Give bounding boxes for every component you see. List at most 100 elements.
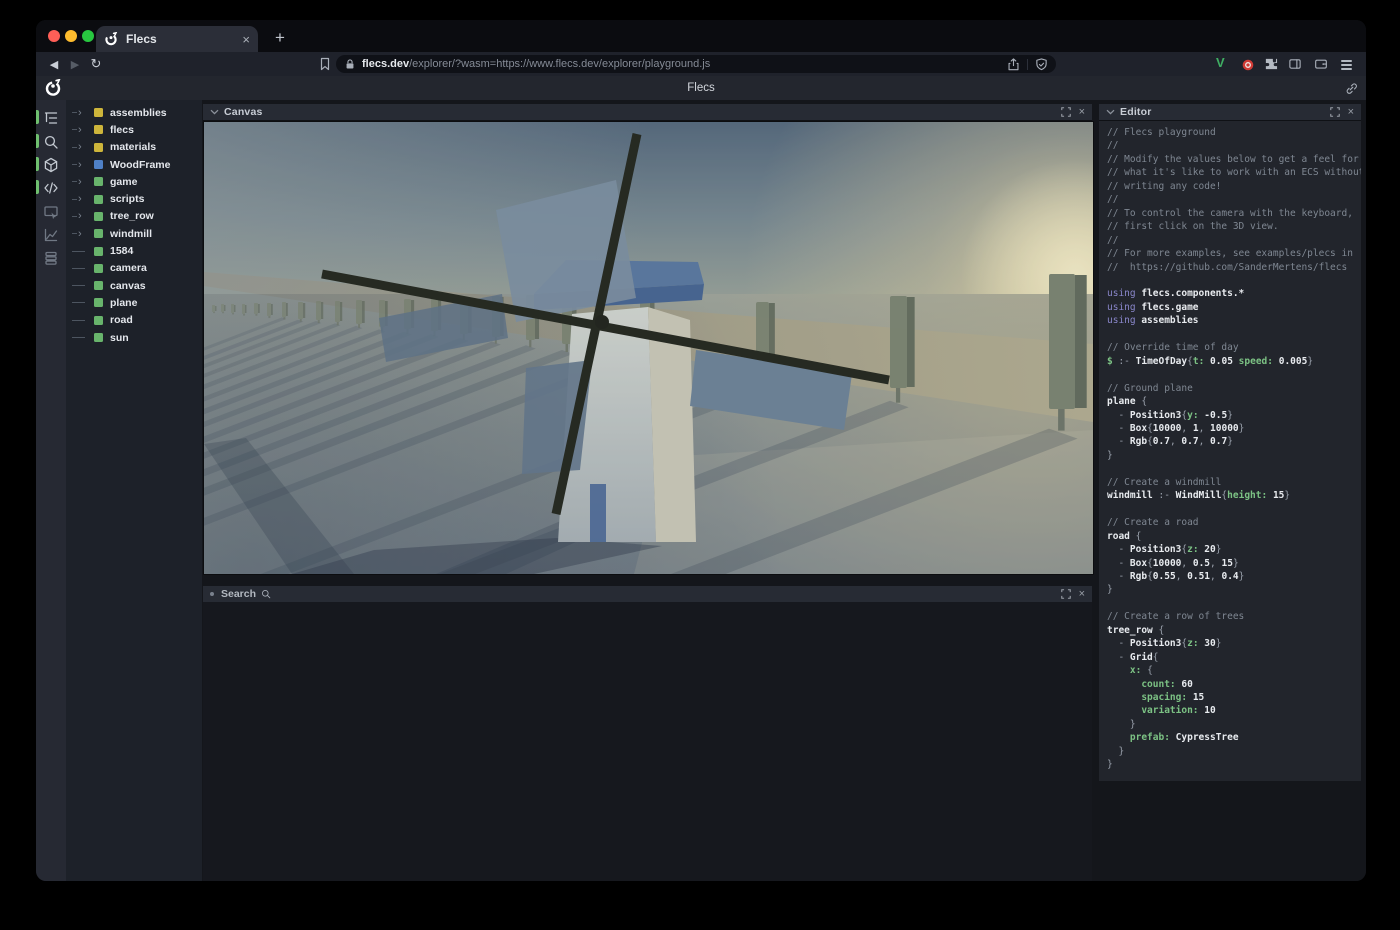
sidebar-item-logs[interactable] <box>36 246 66 269</box>
entity-color-square <box>94 247 103 256</box>
leaf-dash-icon <box>72 285 94 286</box>
canvas-panel-header[interactable]: Canvas × <box>203 104 1092 121</box>
sidebar-item-inspector[interactable] <box>36 200 66 223</box>
sidebar-item-scene[interactable] <box>36 153 66 176</box>
tree-item-materials[interactable]: › materials <box>66 139 202 156</box>
tab-close-icon[interactable]: × <box>242 32 250 47</box>
editor-panel-title: Editor <box>1120 106 1152 118</box>
code-line: } <box>1107 583 1361 596</box>
red-extension-icon[interactable] <box>1242 58 1254 76</box>
tree-item-camera[interactable]: camera <box>66 260 202 277</box>
search-panel-header[interactable]: Search × <box>203 586 1092 603</box>
editor-panel-header[interactable]: Editor × <box>1099 104 1361 121</box>
tree-item-plane[interactable]: plane <box>66 294 202 311</box>
tab-flecs[interactable]: Flecs × <box>96 26 258 52</box>
canvas-3d-view[interactable] <box>203 121 1094 575</box>
3d-scene[interactable] <box>204 122 1093 574</box>
new-tab-button[interactable]: + <box>268 26 292 50</box>
tree-item-assemblies[interactable]: ›assemblies <box>66 104 202 121</box>
page-header: Flecs <box>36 76 1366 100</box>
tree-item-tree_row[interactable]: ›tree_row <box>66 208 202 225</box>
expand-chevron-icon[interactable]: › <box>72 160 94 170</box>
leaf-dash-icon <box>72 320 94 321</box>
back-icon[interactable]: ◀ <box>44 52 64 76</box>
permalink-icon[interactable] <box>1345 82 1358 100</box>
expand-chevron-icon[interactable]: › <box>72 194 94 204</box>
code-line: // Create a row of trees <box>1107 610 1361 623</box>
close-icon[interactable]: × <box>1348 106 1354 118</box>
sidebar-item-statistics[interactable] <box>36 223 66 246</box>
sidebar-toggle-icon[interactable] <box>1288 57 1302 76</box>
forward-icon[interactable]: ▶ <box>65 52 85 76</box>
tab-title: Flecs <box>126 32 242 46</box>
entity-color-square <box>94 229 103 238</box>
expand-chevron-icon[interactable]: › <box>72 177 94 187</box>
code-line: } <box>1107 449 1361 462</box>
close-icon[interactable]: × <box>1079 106 1085 118</box>
browser-window: Flecs × + ◀ ▶ ↻ flecs.dev/explorer/?wasm… <box>36 20 1366 881</box>
vue-devtools-extension-icon[interactable]: V <box>1216 55 1225 70</box>
entity-color-square <box>94 333 103 342</box>
entity-color-square <box>94 108 103 117</box>
tree-item-scripts[interactable]: › scripts <box>66 190 202 207</box>
fullscreen-icon[interactable] <box>1061 589 1071 599</box>
close-icon[interactable]: × <box>1079 588 1085 600</box>
collapsed-bullet-icon[interactable] <box>210 592 214 596</box>
chevron-down-icon[interactable] <box>1106 109 1115 115</box>
window-zoom-button[interactable] <box>82 30 94 42</box>
bookmark-icon[interactable] <box>318 57 332 76</box>
active-indicator <box>36 134 39 148</box>
tree-item-label: scripts <box>110 193 144 205</box>
tree-item-label: materials <box>110 141 156 153</box>
tree-item-1584[interactable]: 1584 <box>66 242 202 259</box>
entity-color-square <box>94 212 103 221</box>
leaf-dash-icon <box>72 251 94 252</box>
tree-item-label: flecs <box>110 124 134 136</box>
sidebar-item-search[interactable] <box>36 130 66 153</box>
code-line: - Grid{ <box>1107 651 1361 664</box>
wallet-icon[interactable] <box>1314 57 1328 76</box>
expand-chevron-icon[interactable]: › <box>72 108 94 118</box>
url-bar[interactable]: flecs.dev/explorer/?wasm=https://www.fle… <box>336 55 1056 73</box>
code-line <box>1107 274 1361 287</box>
editor-code[interactable]: // Flecs playground//// Modify the value… <box>1099 121 1361 781</box>
expand-chevron-icon[interactable]: › <box>72 125 94 135</box>
tree-item-label: sun <box>110 332 129 344</box>
menu-icon[interactable] <box>1341 58 1352 72</box>
shield-icon[interactable] <box>1035 58 1048 71</box>
code-line: } <box>1107 745 1361 758</box>
tree-item-road[interactable]: road <box>66 312 202 329</box>
code-line: // <box>1107 139 1361 152</box>
extensions-puzzle-icon[interactable] <box>1264 57 1278 76</box>
entity-color-square <box>94 195 103 204</box>
window-minimize-button[interactable] <box>65 30 77 42</box>
tree-item-WoodFrame[interactable]: ›WoodFrame <box>66 156 202 173</box>
entity-tree: ›assemblies›flecs›materials›WoodFrame›ga… <box>66 100 202 881</box>
share-icon[interactable] <box>1007 58 1020 71</box>
expand-chevron-icon[interactable]: › <box>72 229 94 239</box>
code-line: - Position3{z: 20} <box>1107 543 1361 556</box>
tree-item-game[interactable]: › game <box>66 173 202 190</box>
expand-chevron-icon[interactable]: › <box>72 211 94 221</box>
chevron-down-icon[interactable] <box>210 109 219 115</box>
code-line: $ :- TimeOfDay{t: 0.05 speed: 0.005} <box>1107 355 1361 368</box>
reload-icon[interactable]: ↻ <box>86 52 106 76</box>
search-panel-body[interactable] <box>203 602 1092 881</box>
fullscreen-icon[interactable] <box>1330 107 1340 117</box>
url-domain: flecs.dev <box>362 58 409 70</box>
sidebar-item-entity-tree[interactable] <box>36 106 66 129</box>
tree-item-windmill[interactable]: ›windmill <box>66 225 202 242</box>
tree-item-canvas[interactable]: canvas <box>66 277 202 294</box>
code-line: road { <box>1107 530 1361 543</box>
expand-chevron-icon[interactable]: › <box>72 142 94 152</box>
code-line: // writing any code! <box>1107 180 1361 193</box>
sidebar-item-script-editor[interactable] <box>36 176 66 199</box>
tree-item-label: game <box>110 176 137 188</box>
cube-icon <box>43 157 59 173</box>
fullscreen-icon[interactable] <box>1061 107 1071 117</box>
window-close-button[interactable] <box>48 30 60 42</box>
tree-item-sun[interactable]: sun <box>66 329 202 346</box>
tree-item-flecs[interactable]: › flecs <box>66 121 202 138</box>
search-magnifier-icon[interactable] <box>261 589 271 599</box>
code-line: // Modify the values below to get a feel… <box>1107 153 1361 166</box>
